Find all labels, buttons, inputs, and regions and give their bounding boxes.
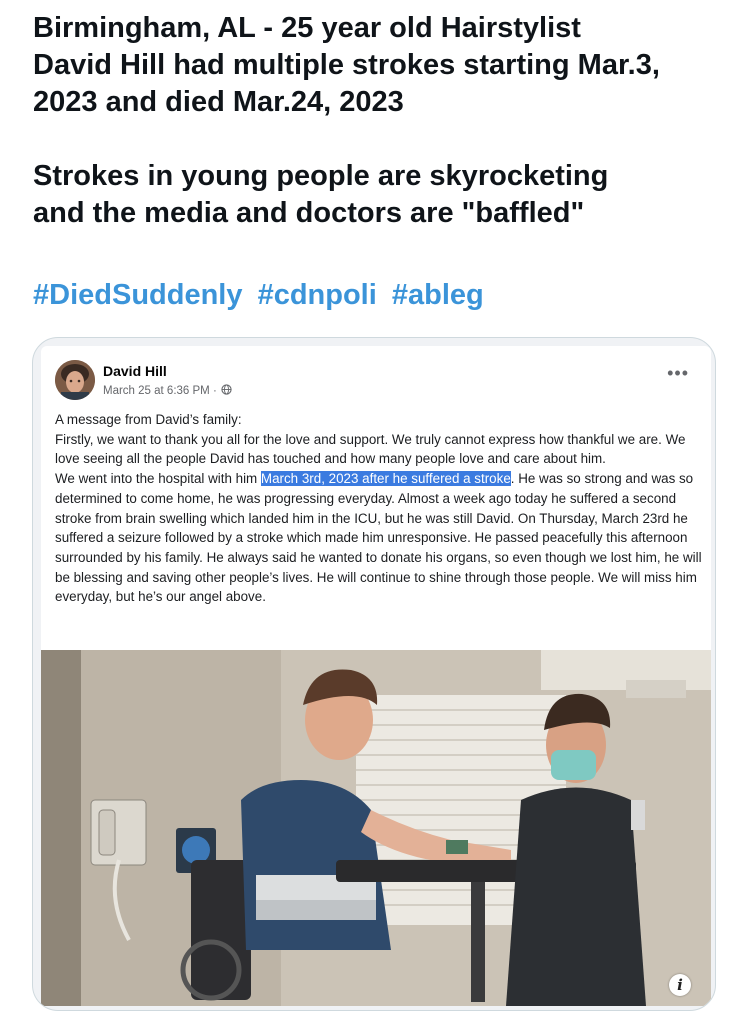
author-name[interactable]: David Hill	[103, 363, 167, 379]
tweet-line: David Hill had multiple strokes starting…	[33, 49, 660, 81]
tweet-line: Birmingham, AL - 25 year old Hairstylist	[33, 12, 581, 44]
info-icon[interactable]: i	[669, 974, 691, 996]
post-text: We went into the hospital with him	[55, 471, 261, 487]
globe-icon	[221, 384, 232, 398]
more-options-icon[interactable]: •••	[667, 364, 689, 382]
tweet-line: and the media and doctors are "baffled"	[33, 197, 585, 229]
highlighted-text: March 3rd, 2023 after he suffered a stro…	[260, 471, 511, 487]
post-body: A message from David’s family: Firstly, …	[55, 410, 703, 607]
post-text: . He was so strong and was so determined…	[55, 471, 702, 605]
post-meta: March 25 at 6:36 PM ·	[103, 384, 232, 398]
post-timestamp[interactable]: March 25 at 6:36 PM ·	[103, 385, 217, 397]
avatar[interactable]	[55, 360, 95, 400]
post-photo[interactable]: i	[41, 650, 711, 1006]
hashtag-row: #DiedSuddenly #cdnpoli #ableg	[33, 277, 491, 314]
facebook-post: David Hill March 25 at 6:36 PM · ••• A m…	[41, 346, 711, 1006]
post-paragraph: We went into the hospital with him March…	[55, 469, 703, 607]
hashtag-link[interactable]: #ableg	[392, 279, 484, 311]
post-paragraph: Firstly, we want to thank you all for th…	[55, 431, 686, 467]
tweet-line: 2023 and died Mar.24, 2023	[33, 86, 404, 118]
tweet-spacer	[33, 121, 733, 158]
hashtag-link[interactable]: #DiedSuddenly	[33, 279, 243, 311]
tweet-text: Birmingham, AL - 25 year old Hairstylist…	[33, 10, 733, 232]
post-paragraph: A message from David’s family:	[55, 412, 242, 427]
embedded-image-card[interactable]: David Hill March 25 at 6:36 PM · ••• A m…	[32, 337, 716, 1011]
hashtag-link[interactable]: #cdnpoli	[258, 279, 377, 311]
tweet-line: Strokes in young people are skyrocketing	[33, 160, 609, 192]
